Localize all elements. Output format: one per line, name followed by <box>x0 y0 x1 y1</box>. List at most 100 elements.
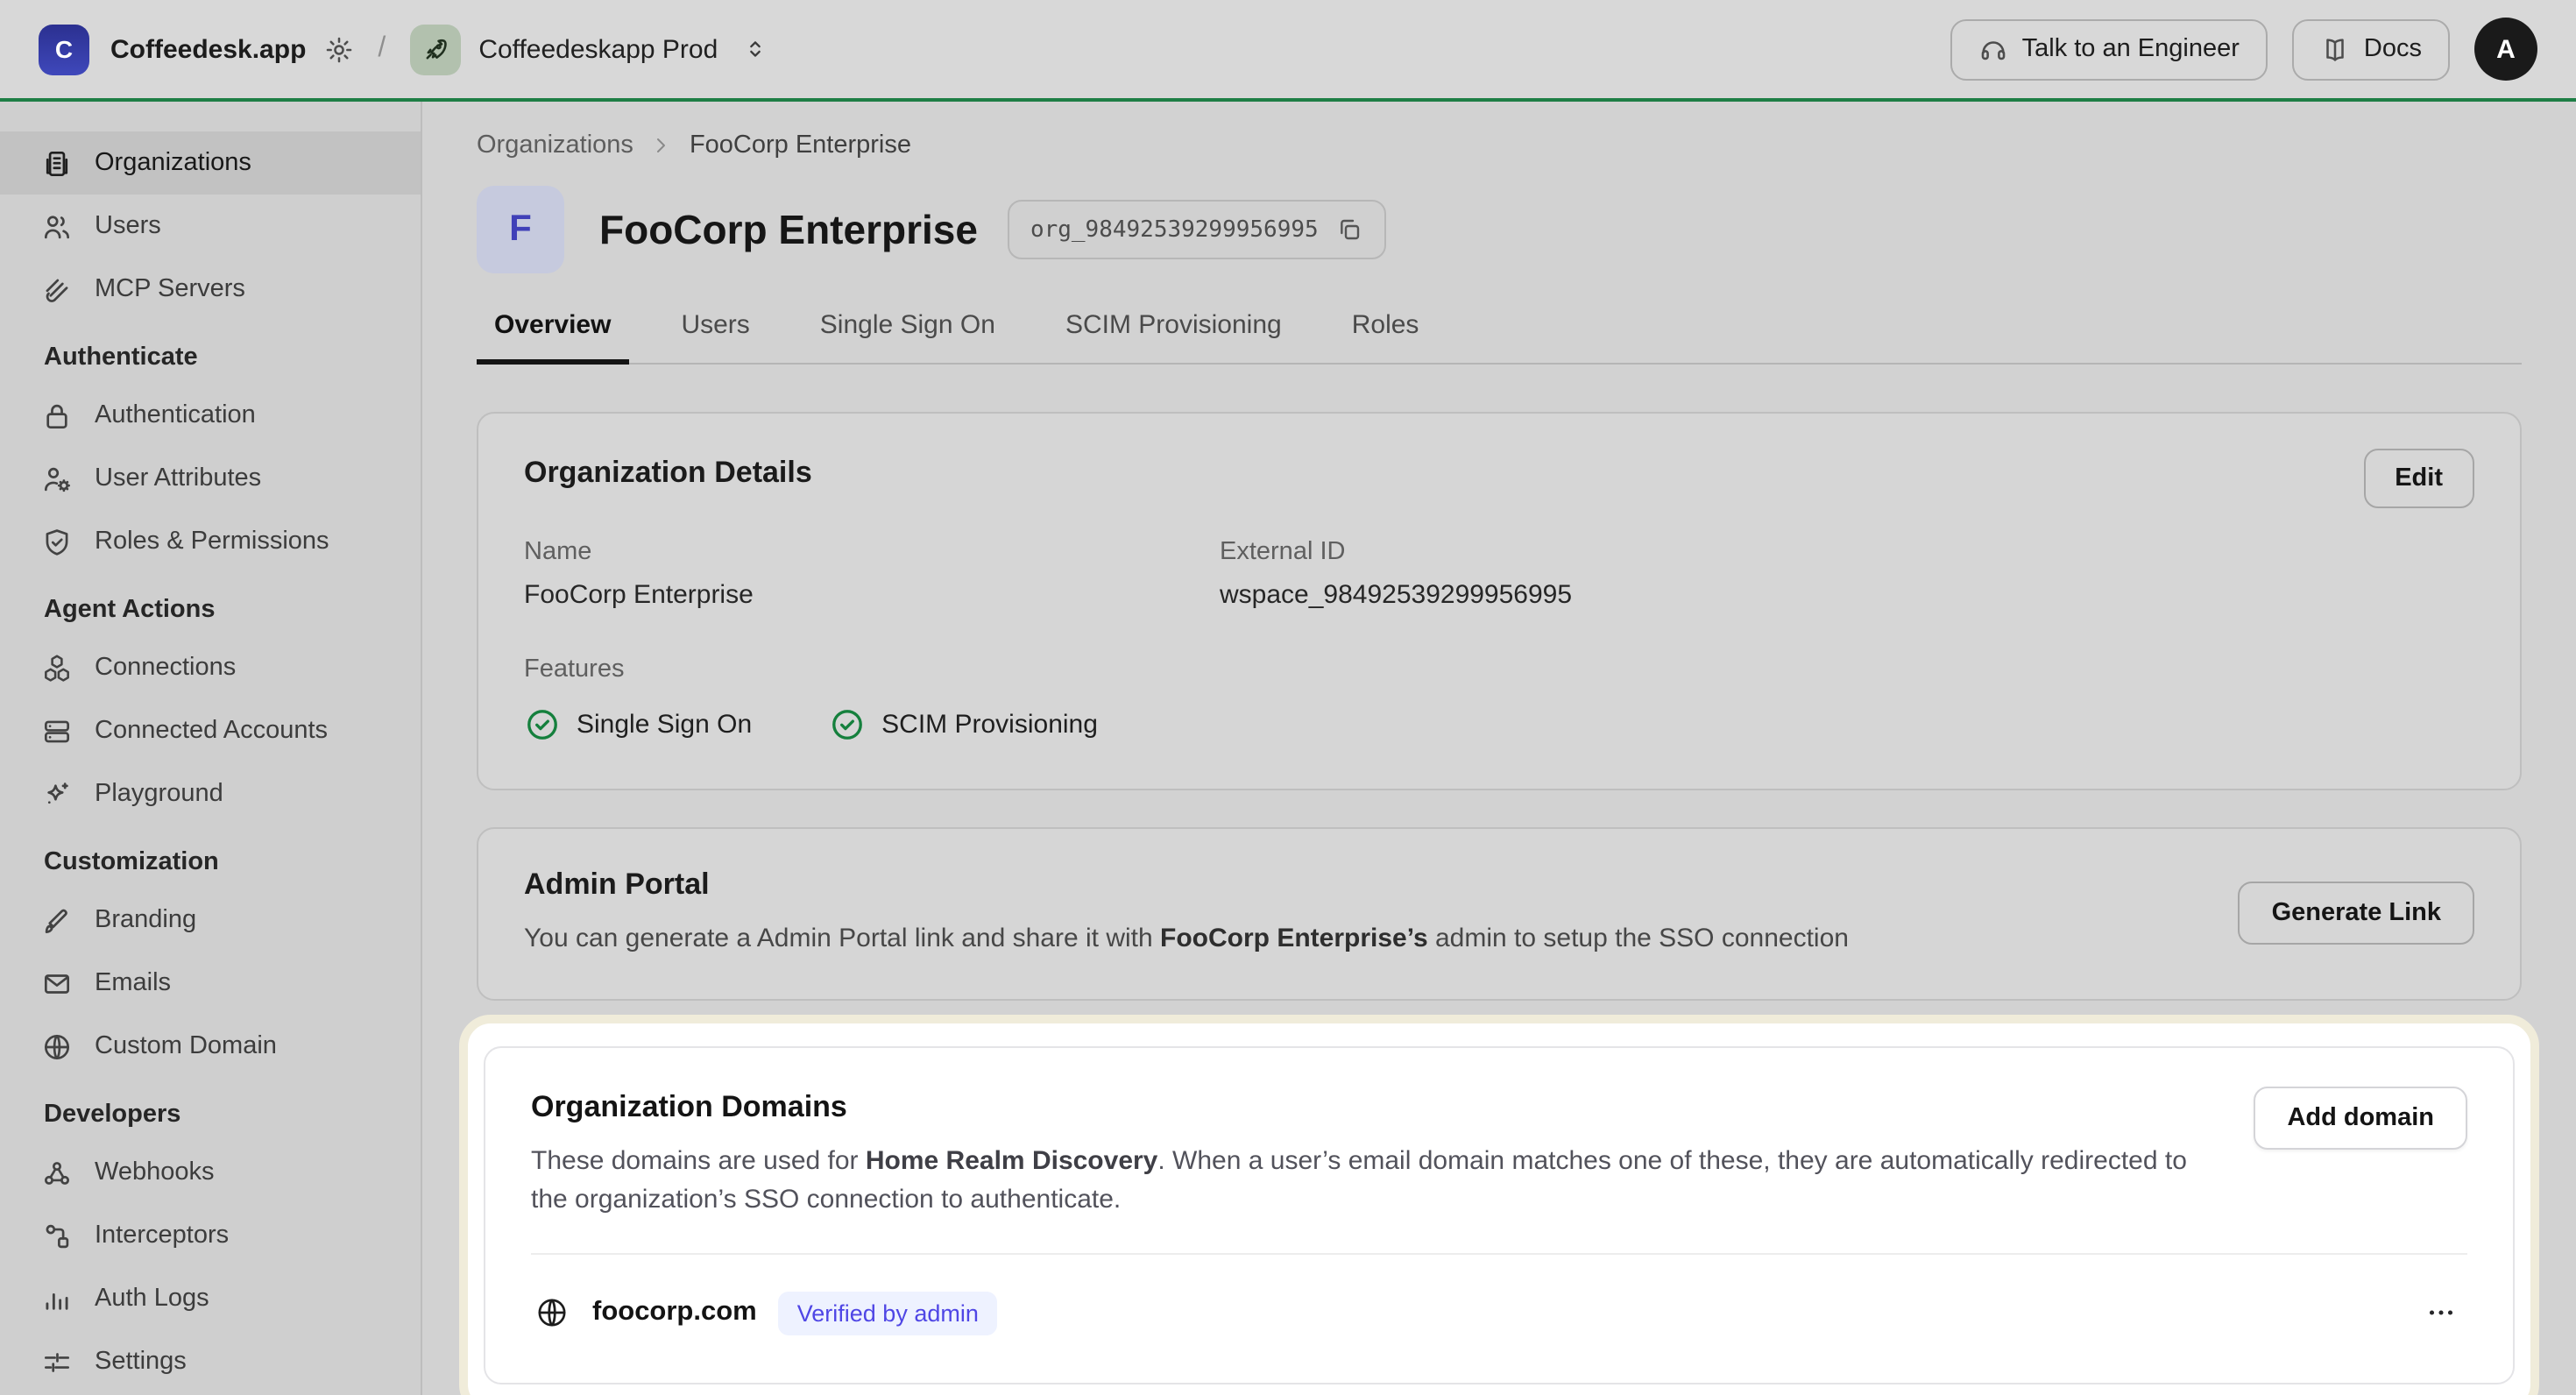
card-title: Organization Domains <box>531 1090 2467 1125</box>
features-label: Features <box>524 655 2474 683</box>
breadcrumb-organizations[interactable]: Organizations <box>477 131 633 159</box>
sidebar-item-branding[interactable]: Branding <box>0 889 421 952</box>
book-icon <box>2320 34 2350 64</box>
headphones-icon <box>1978 34 2008 64</box>
sidebar-item-playground[interactable]: Playground <box>0 762 421 825</box>
sidebar-item-label: Interceptors <box>95 1222 229 1250</box>
org-avatar: F <box>477 186 564 273</box>
top-bar: C Coffeedesk.app / Coffeedeskapp Prod Ta… <box>0 0 2576 98</box>
name-label: Name <box>524 538 1220 566</box>
user-avatar[interactable]: A <box>2474 18 2537 81</box>
mcp-servers-icon <box>40 273 74 306</box>
tab-users[interactable]: Users <box>663 310 767 365</box>
edit-button[interactable]: Edit <box>2363 449 2474 508</box>
app-logo: C <box>39 24 89 74</box>
interceptors-icon <box>40 1219 74 1252</box>
sidebar-item-label: MCP Servers <box>95 275 245 303</box>
chevron-up-down-icon[interactable] <box>742 37 767 61</box>
organizations-icon <box>40 146 74 180</box>
breadcrumb-current: FooCorp Enterprise <box>690 131 911 159</box>
sidebar-item-label: Roles & Permissions <box>95 528 329 556</box>
sidebar-item-label: Webhooks <box>95 1158 215 1186</box>
org-id-badge: org_98492539299956995 <box>1008 200 1387 259</box>
app-window: C Coffeedesk.app / Coffeedeskapp Prod Ta… <box>0 0 2576 1395</box>
sidebar-item-label: Custom Domain <box>95 1032 277 1060</box>
sidebar-item-user-attributes[interactable]: User Attributes <box>0 447 421 510</box>
sidebar-item-label: Emails <box>95 969 171 997</box>
sidebar-item-webhooks[interactable]: Webhooks <box>0 1141 421 1204</box>
desc-bold: FooCorp Enterprise’s <box>1160 924 1428 953</box>
sidebar-item-label: Connections <box>95 654 236 682</box>
sliders-icon <box>40 1345 74 1378</box>
shield-check-icon <box>40 525 74 558</box>
org-id-value: org_98492539299956995 <box>1030 216 1319 243</box>
sidebar-item-label: Branding <box>95 906 196 934</box>
webhook-icon <box>40 1156 74 1189</box>
sidebar-item-custom-domain[interactable]: Custom Domain <box>0 1015 421 1078</box>
sidebar-item-organizations[interactable]: Organizations <box>0 131 421 195</box>
workspace-name[interactable]: Coffeedesk.app <box>110 34 306 64</box>
sidebar-item-authentication[interactable]: Authentication <box>0 384 421 447</box>
sidebar-item-mcp-servers[interactable]: MCP Servers <box>0 258 421 321</box>
sidebar-item-label: User Attributes <box>95 464 261 492</box>
sidebar-item-users[interactable]: Users <box>0 195 421 258</box>
workspace-switcher: C Coffeedesk.app / Coffeedeskapp Prod <box>39 24 1950 74</box>
users-icon <box>40 209 74 243</box>
globe-icon <box>40 1030 74 1063</box>
tab-scim-provisioning[interactable]: SCIM Provisioning <box>1048 310 1299 365</box>
add-domain-button[interactable]: Add domain <box>2254 1087 2467 1150</box>
sparkle-icon <box>40 777 74 811</box>
admin-portal-description: You can generate a Admin Portal link and… <box>524 920 2239 957</box>
sidebar-item-label: Authentication <box>95 401 256 429</box>
environment-name[interactable]: Coffeedeskapp Prod <box>478 34 718 64</box>
sidebar-section-agent-actions: Agent Actions <box>0 584 421 636</box>
top-bar-actions: Talk to an Engineer Docs A <box>1950 18 2537 81</box>
ellipsis-menu-icon[interactable] <box>2418 1297 2464 1328</box>
tab-single-sign-on[interactable]: Single Sign On <box>803 310 1013 365</box>
globe-icon <box>534 1295 570 1330</box>
domains-description: These domains are used for Home Realm Di… <box>531 1143 2213 1219</box>
external-id-label: External ID <box>1220 538 1572 566</box>
generate-link-button[interactable]: Generate Link <box>2239 881 2474 944</box>
copy-icon[interactable] <box>1336 216 1364 244</box>
sidebar-item-settings[interactable]: Settings <box>0 1330 421 1393</box>
page-title: FooCorp Enterprise <box>599 206 978 253</box>
tab-overview[interactable]: Overview <box>477 310 628 365</box>
sidebar-section-developers: Developers <box>0 1088 421 1141</box>
organization-domains-card: Organization Domains Add domain These do… <box>484 1046 2515 1384</box>
talk-to-engineer-label: Talk to an Engineer <box>2022 35 2240 63</box>
sidebar-item-roles-permissions[interactable]: Roles & Permissions <box>0 510 421 573</box>
feature-single-sign-on: Single Sign On <box>524 706 752 743</box>
domain-row: foocorp.com Verified by admin <box>531 1252 2467 1382</box>
envelope-icon <box>40 967 74 1000</box>
sidebar-item-label: Users <box>95 212 161 240</box>
docs-label: Docs <box>2364 35 2422 63</box>
organization-details-card: Organization Details Edit Name FooCorp E… <box>477 412 2522 790</box>
sidebar-item-emails[interactable]: Emails <box>0 952 421 1015</box>
verified-badge: Verified by admin <box>778 1291 998 1335</box>
docs-button[interactable]: Docs <box>2292 18 2450 80</box>
sidebar-item-label: Playground <box>95 780 223 808</box>
desc-prefix: You can generate a Admin Portal link and… <box>524 924 1160 953</box>
feature-label: SCIM Provisioning <box>881 710 1098 740</box>
user-gear-icon <box>40 462 74 495</box>
talk-to-engineer-button[interactable]: Talk to an Engineer <box>1950 18 2268 80</box>
sidebar-item-interceptors[interactable]: Interceptors <box>0 1204 421 1267</box>
feature-label: Single Sign On <box>577 710 752 740</box>
lock-icon <box>40 399 74 432</box>
sidebar-item-auth-logs[interactable]: Auth Logs <box>0 1267 421 1330</box>
admin-portal-card: Admin Portal You can generate a Admin Po… <box>477 827 2522 1001</box>
tab-roles[interactable]: Roles <box>1334 310 1437 365</box>
stacked-rows-icon <box>40 714 74 747</box>
name-value: FooCorp Enterprise <box>524 580 1220 610</box>
desc-bold: Home Realm Discovery <box>866 1146 1158 1176</box>
sidebar-item-label: Connected Accounts <box>95 717 328 745</box>
breadcrumb-slash: / <box>378 33 386 65</box>
sidebar-item-connected-accounts[interactable]: Connected Accounts <box>0 699 421 762</box>
sidebar-item-connections[interactable]: Connections <box>0 636 421 699</box>
domain-name: foocorp.com <box>592 1297 757 1328</box>
gear-icon[interactable] <box>323 34 353 64</box>
main-content: Organizations FooCorp Enterprise F FooCo… <box>422 102 2576 1395</box>
rocket-icon <box>410 24 461 74</box>
desc-suffix: admin to setup the SSO connection <box>1428 924 1849 953</box>
